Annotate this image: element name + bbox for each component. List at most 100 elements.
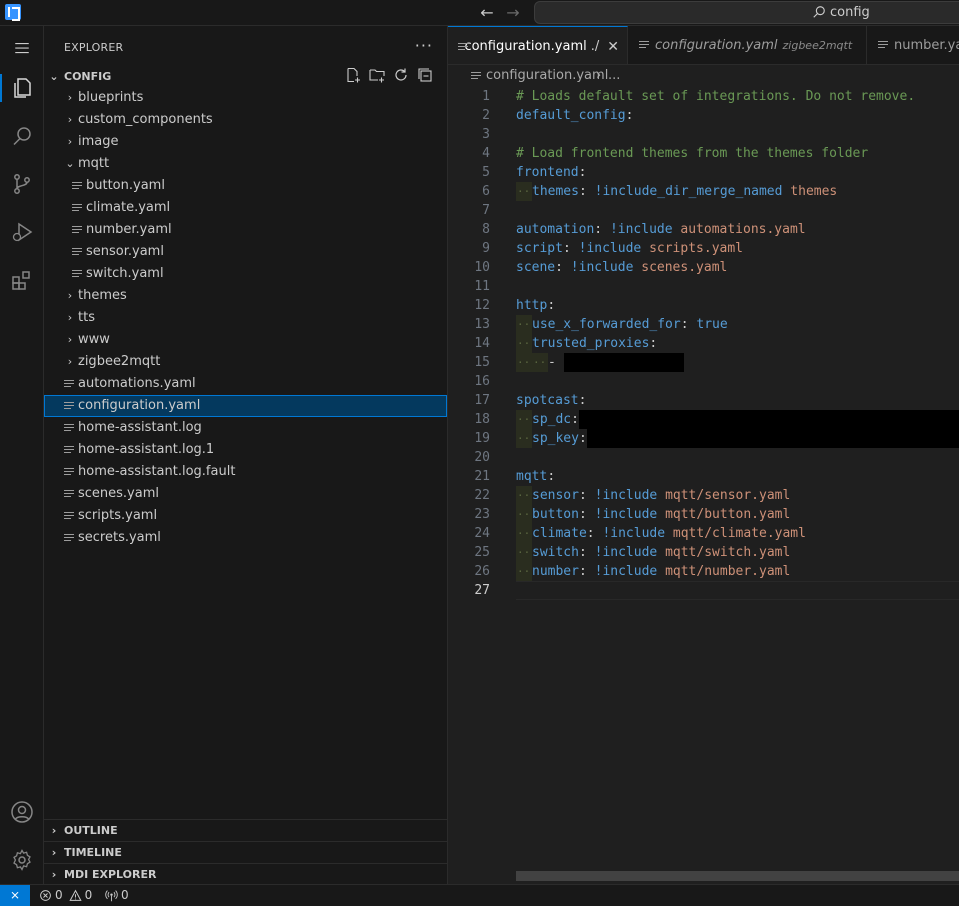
search-icon [813,6,825,18]
code-text: number: !include mqtt/number.yaml [516,562,790,581]
code-line: 21 mqtt: [448,467,959,486]
tree-folder[interactable]: ⌄ mqtt [44,153,447,175]
yaml-file-icon [72,203,82,213]
timeline-section[interactable]: › TIMELINE [44,841,447,863]
tree-folder[interactable]: › image [44,131,447,153]
file-icon [471,71,481,81]
code-token: : [578,564,595,579]
tab-configuration-yaml[interactable]: configuration.yaml ./ ✕ [448,26,628,64]
tree-item-label: configuration.yaml [78,398,201,413]
tree-folder[interactable]: › www [44,329,447,351]
ports-status[interactable]: 0 [105,888,129,902]
collapse-all-icon[interactable] [417,67,433,83]
error-count: 0 [55,888,63,902]
new-file-icon[interactable] [345,67,361,83]
tree-file[interactable]: home-assistant.log [44,417,447,439]
tree-file[interactable]: home-assistant.log.fault [44,461,447,483]
remote-icon[interactable]: ⨯ [0,885,30,906]
line-number: 4 [482,146,490,161]
tree-folder[interactable]: › blueprints [44,87,447,109]
warning-icon [69,889,82,901]
tree-file[interactable]: scenes.yaml [44,483,447,505]
code-editor[interactable]: 1 # Loads default set of integrations. Do… [448,87,959,884]
tree-file[interactable]: automations.yaml [44,373,447,395]
line-number: 23 [474,507,490,522]
code-line: 19 sp_key: [448,429,959,448]
code-text: trusted_proxies: [516,334,657,353]
breadcrumb-more[interactable]: ... [608,65,620,87]
settings-gear-icon[interactable] [0,840,44,880]
code-text: themes: !include_dir_merge_named themes [516,182,837,201]
tree-folder[interactable]: › themes [44,285,447,307]
tab-number-yaml[interactable]: number.yaml [868,26,959,64]
breadcrumb: configuration.yaml › ... [448,65,959,87]
line-number: 24 [474,526,490,541]
code-text: scene: !include scenes.yaml [516,258,727,277]
tree-folder[interactable]: › zigbee2mqtt [44,351,447,373]
refresh-icon[interactable] [393,67,409,83]
tree-file[interactable]: scripts.yaml [44,505,447,527]
indent-guide [516,524,532,543]
indent-guide [516,486,532,505]
code-token: themes [532,184,579,199]
tree-file[interactable]: number.yaml [44,219,447,241]
horizontal-scrollbar[interactable] [516,871,959,881]
mdi-explorer-label: MDI EXPLORER [64,868,157,881]
chevron-right-icon: › [67,113,73,126]
line-number: 5 [482,165,490,180]
source-control-icon[interactable] [0,164,44,204]
indent-guide [516,182,532,201]
problems-status[interactable]: 0 0 [39,888,92,902]
breadcrumb-file[interactable]: configuration.yaml [486,65,608,87]
code-token: !include [578,241,642,256]
code-token: scene [516,260,556,275]
search-view-icon[interactable] [0,116,44,156]
indent-guide [516,543,532,562]
explorer-icon[interactable] [0,68,44,108]
menu-icon[interactable] [0,28,44,68]
code-token: default_config [516,108,626,123]
run-debug-icon[interactable] [0,212,44,252]
tree-file[interactable]: secrets.yaml [44,527,447,549]
tree-file[interactable]: configuration.yaml [44,395,447,417]
code-line: 26 number: !include mqtt/number.yaml [448,562,959,581]
tree-file[interactable]: button.yaml [44,175,447,197]
tab-configuration-yaml-zigbee2mqtt[interactable]: configuration.yaml zigbee2mqtt [629,26,867,64]
more-actions-icon[interactable]: ··· [415,36,433,55]
tree-item-label: tts [78,310,95,325]
line-number: 7 [482,203,490,218]
code-line: 10 scene: !include scenes.yaml [448,258,959,277]
code-token: : [625,108,634,123]
tree-file[interactable]: climate.yaml [44,197,447,219]
close-icon[interactable]: ✕ [607,39,619,55]
tab-label: configuration.yaml [464,39,587,54]
indent-guide [516,410,532,429]
code-text: sensor: !include mqtt/sensor.yaml [516,486,790,505]
code-line: 18 sp_dc: [448,410,959,429]
mdi-explorer-section[interactable]: › MDI EXPLORER [44,863,447,885]
tree-item-label: blueprints [78,90,144,105]
tree-file[interactable]: switch.yaml [44,263,447,285]
line-number: 18 [474,412,490,427]
tab-description: zigbee2mqtt [782,38,853,52]
command-center-text: config [830,5,870,20]
tree-file[interactable]: home-assistant.log.1 [44,439,447,461]
code-line: 25 switch: !include mqtt/switch.yaml [448,543,959,562]
title-bar: ← → config [0,0,959,26]
chevron-down-icon: ⌄ [65,157,75,170]
extensions-icon[interactable] [0,260,44,300]
tree-folder[interactable]: › custom_components [44,109,447,131]
activity-bar [0,26,44,884]
outline-section[interactable]: › OUTLINE [44,819,447,841]
code-token: mqtt/number.yaml [657,564,791,579]
code-token: : [562,241,579,256]
code-line: 11 [448,277,959,296]
command-center-search[interactable]: config [534,1,959,24]
forward-arrow-icon[interactable]: → [503,3,523,23]
tree-file[interactable]: sensor.yaml [44,241,447,263]
accounts-icon[interactable] [0,792,44,832]
indent-guide [516,429,532,448]
tree-folder[interactable]: › tts [44,307,447,329]
new-folder-icon[interactable] [369,67,385,83]
back-arrow-icon[interactable]: ← [477,3,497,23]
